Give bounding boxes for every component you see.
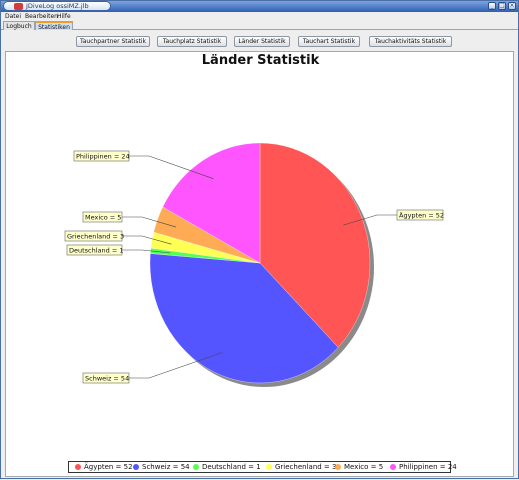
pie-chart: Ägypten = 52 Schweiz = 54 Deutschland = 1 G… bbox=[64, 142, 444, 387]
slice-label-philippinen: Philippinen = 24 bbox=[76, 153, 130, 161]
legend-swatch-deutschland bbox=[193, 463, 199, 470]
legend-item-mexico: Mexico = 5 bbox=[335, 462, 383, 472]
legend-swatch-mexico bbox=[335, 463, 341, 470]
slice-label-schweiz: Schweiz = 54 bbox=[85, 375, 129, 383]
legend-label-griechenland: Griechenland = 3 bbox=[275, 463, 337, 471]
legend-label-mexico: Mexico = 5 bbox=[344, 463, 384, 471]
legend-item-griechenland: Griechenland = 3 bbox=[266, 462, 336, 472]
legend-swatch-schweiz bbox=[133, 463, 139, 470]
legend-item-aegypten: Ägypten = 52 bbox=[75, 462, 133, 472]
slice-label-deutschland: Deutschland = 1 bbox=[69, 247, 124, 255]
app-window: JDiveLog ossiMZ.jlb _ □ × Datei Bearbeit… bbox=[0, 0, 519, 479]
legend-label-aegypten: Ägypten = 52 bbox=[84, 463, 133, 471]
legend-item-deutschland: Deutschland = 1 bbox=[193, 462, 261, 472]
legend-label-schweiz: Schweiz = 54 bbox=[142, 463, 190, 471]
legend-label-deutschland: Deutschland = 1 bbox=[202, 463, 261, 471]
legend-label-philippinen: Philippinen = 24 bbox=[399, 463, 457, 471]
legend-item-schweiz: Schweiz = 54 bbox=[133, 462, 190, 472]
legend-swatch-philippinen bbox=[390, 463, 396, 470]
chart-legend: Ägypten = 52 Schweiz = 54 Deutschland = 1 G… bbox=[68, 461, 457, 473]
slice-label-griechenland: Griechenland = 3 bbox=[67, 233, 124, 241]
slice-label-mexico: Mexico = 5 bbox=[85, 214, 121, 222]
slice-label-aegypten: Ägypten = 52 bbox=[399, 211, 444, 220]
legend-swatch-griechenland bbox=[266, 463, 272, 470]
legend-swatch-aegypten bbox=[75, 463, 81, 470]
legend-item-philippinen: Philippinen = 24 bbox=[390, 462, 457, 472]
